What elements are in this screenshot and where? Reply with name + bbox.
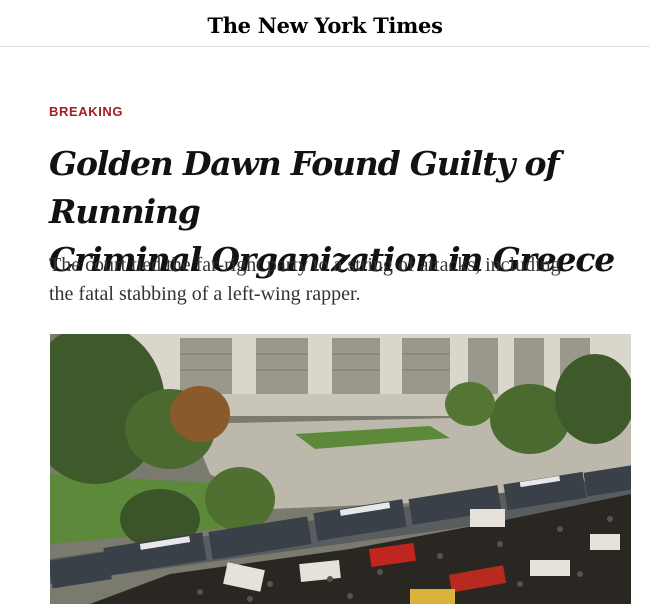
protest-photo-illustration [50, 334, 631, 604]
site-header: The New York Times [0, 0, 650, 47]
article-photo[interactable] [50, 334, 631, 604]
summary-line-2: the fatal stabbing of a left-wing rapper… [49, 283, 361, 305]
summary-line-1: The court tied the far-right party to a … [49, 254, 561, 276]
breaking-label: BREAKING [49, 104, 124, 119]
nyt-logo[interactable]: The New York Times [207, 13, 443, 38]
article-summary: The court tied the far-right party to a … [49, 251, 629, 309]
headline-line-1: Golden Dawn Found Guilty of Running [49, 144, 560, 231]
